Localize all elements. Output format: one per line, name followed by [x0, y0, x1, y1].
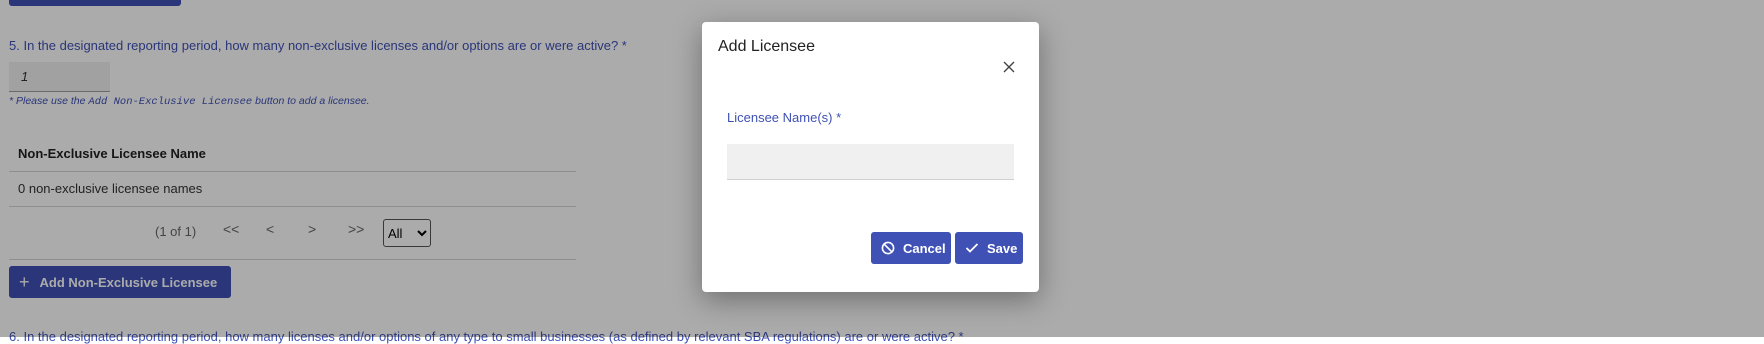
ban-icon [881, 241, 895, 255]
licensee-name-input[interactable] [727, 144, 1014, 180]
save-button-label: Save [987, 240, 1018, 256]
dialog-title: Add Licensee [718, 38, 815, 55]
cancel-button[interactable]: Cancel [871, 232, 951, 264]
close-icon[interactable] [1001, 59, 1017, 75]
check-icon [965, 243, 979, 253]
save-button[interactable]: Save [955, 232, 1023, 264]
cancel-button-label: Cancel [903, 240, 946, 256]
add-licensee-dialog: Add Licensee Licensee Name(s) * Cancel S… [702, 22, 1039, 292]
licensee-name-label: Licensee Name(s) * [727, 110, 842, 125]
